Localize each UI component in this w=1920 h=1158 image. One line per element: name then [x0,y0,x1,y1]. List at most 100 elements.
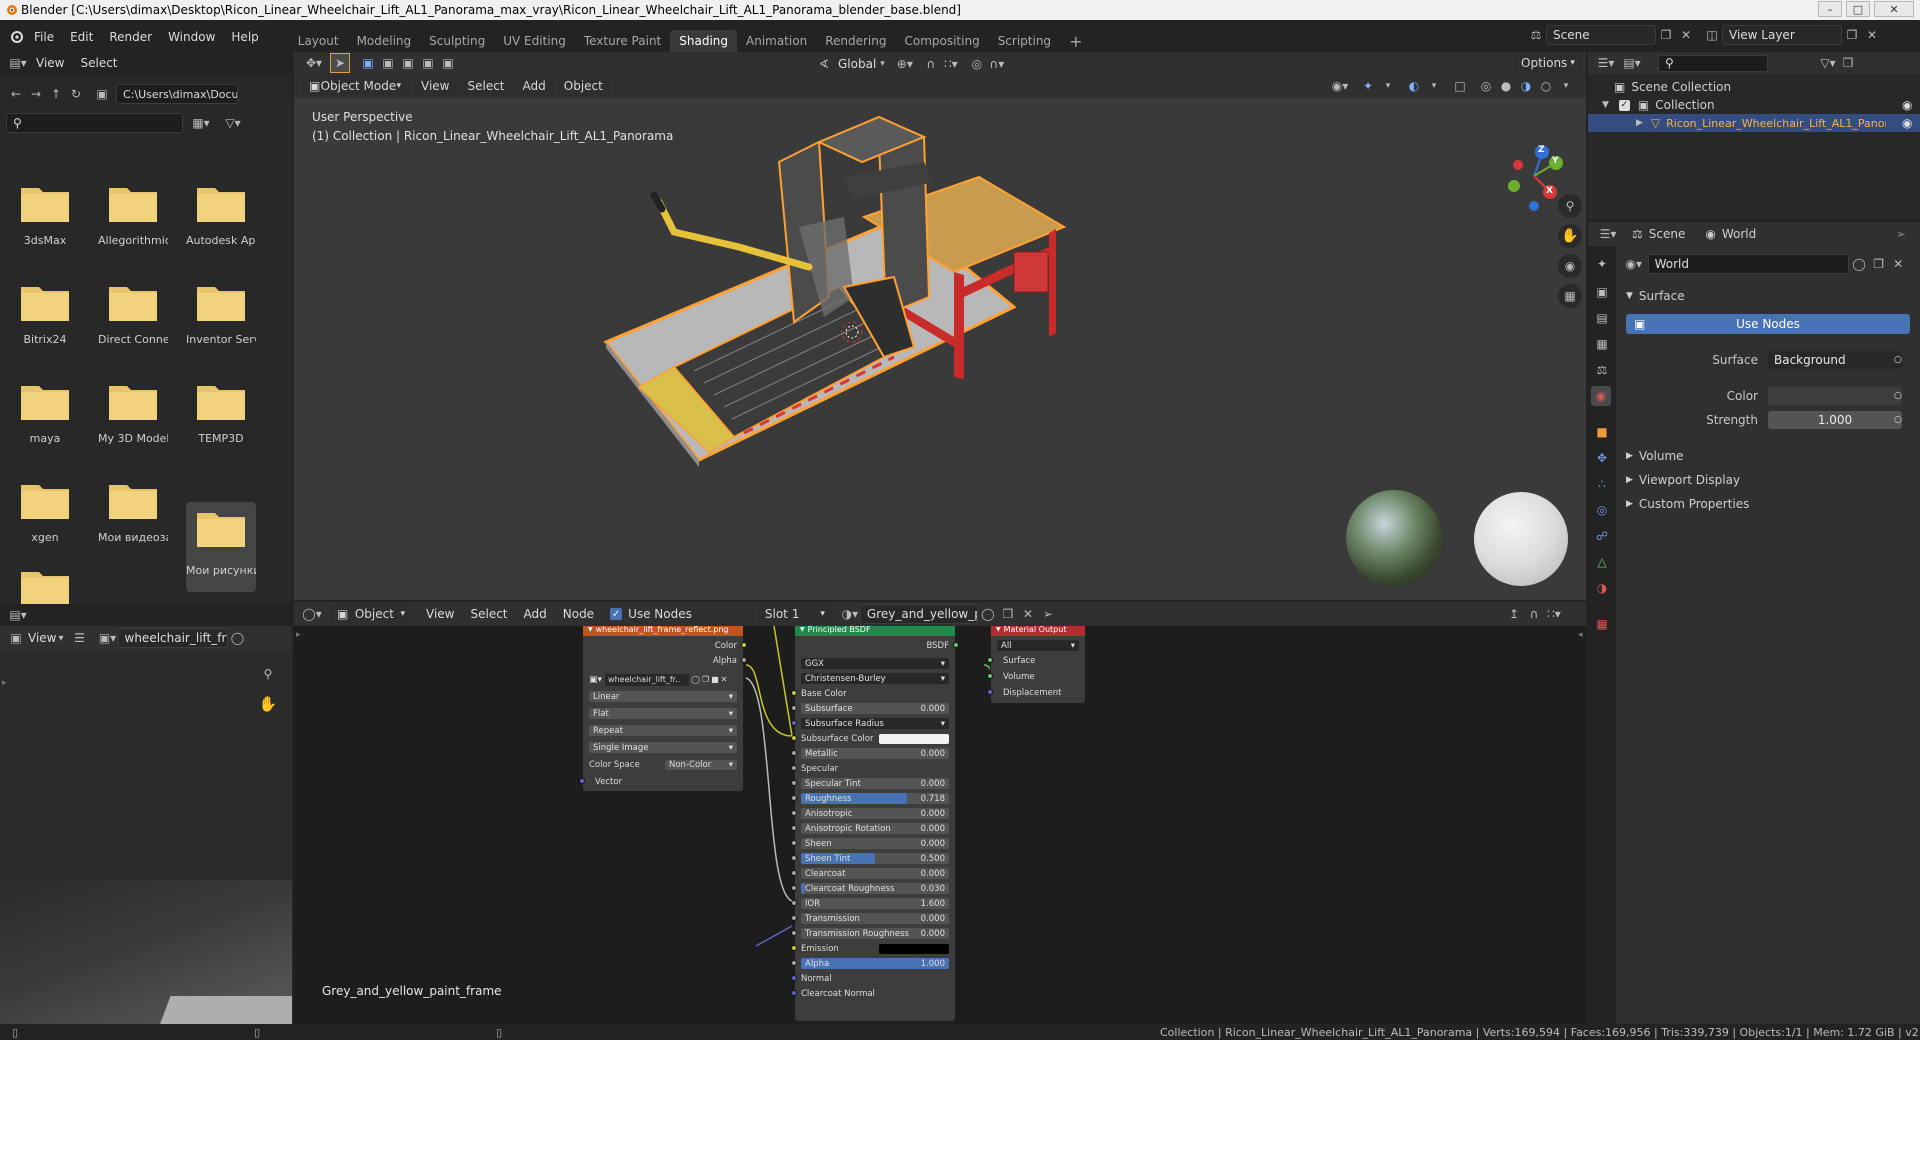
tab-data-icon[interactable]: △ [1592,552,1612,572]
socket-sheen-in[interactable] [791,840,797,846]
shading-wireframe-icon[interactable]: ◎ [1476,76,1496,96]
editor-type-icon[interactable]: ✥▾ [304,53,324,73]
node-view-menu[interactable]: View [418,603,462,625]
shield-icon[interactable]: ◯ [691,675,700,684]
duplicate-icon[interactable]: ❐ [702,675,709,684]
socket-specular-in[interactable] [791,765,797,771]
unlink-icon[interactable]: ✕ [721,675,728,684]
socket-anisotropic-in[interactable] [791,810,797,816]
tab-view-layer-icon[interactable]: ▦ [1592,334,1612,354]
select-extend-icon[interactable]: ▣ [378,53,398,73]
outliner-collection[interactable]: ▼ ✓ ▣ Collection ◉ [1594,96,1920,114]
custom-properties-section-header[interactable]: ▶ Custom Properties [1626,494,1749,514]
image-view-menu[interactable]: View [26,627,58,649]
chevron-down-icon[interactable]: ▾ [1424,76,1444,96]
socket-roughness-in[interactable] [791,795,797,801]
snap-magnet-icon[interactable]: ∩ [921,54,941,74]
select-subtract-icon[interactable]: ▣ [398,53,418,73]
node-canvas[interactable]: ▸ ◂ ▼ wheelchair_lift_frame_reflect.png C… [294,626,1586,1024]
image-canvas[interactable]: ⚲ ✋ ▸ [0,650,292,1024]
pan-hand-icon[interactable]: ✋ [1558,224,1582,248]
delete-view-layer-icon[interactable]: ✕ [1862,25,1882,45]
back-icon[interactable]: ← [6,84,26,104]
socket-vector-in[interactable] [579,778,585,784]
ior-field[interactable]: IOR 1.600 [801,898,949,909]
folder-item[interactable]: Autodesk App.. [186,172,256,247]
folder-item[interactable]: My 3D Models [98,370,168,445]
xray-icon[interactable]: □ [1450,76,1470,96]
maximize-button[interactable]: □ [1846,1,1870,17]
socket-subsurface-in[interactable] [791,705,797,711]
socket-clearcoat-in[interactable] [791,870,797,876]
folder-item[interactable]: maya [10,370,80,445]
filter-icon[interactable]: ▽▾ [1818,53,1838,73]
tab-scripting[interactable]: Scripting [989,30,1060,52]
shading-solid-icon[interactable]: ● [1496,76,1516,96]
sheen-field[interactable]: Sheen 0.000 [801,838,949,849]
tab-texture-icon[interactable]: ▦ [1592,614,1612,634]
tab-layout[interactable]: Layout [289,30,348,52]
breadcrumb-world[interactable]: World [1722,227,1756,241]
roughness-field[interactable]: Roughness 0.718 [801,793,949,804]
editor-type-icon[interactable]: ☰▾ [1598,224,1618,244]
use-nodes-button[interactable]: ▣ Use Nodes [1626,314,1910,334]
folder-item[interactable]: Мои видеоза.. [98,469,168,544]
orientation-dropdown[interactable]: Global [834,53,880,75]
viewport-object-menu[interactable]: Object [556,76,610,96]
shading-rendered-icon[interactable]: ○ [1536,76,1556,96]
scene-icon[interactable]: ⚖ [1526,25,1546,45]
folder-item[interactable]: xgen [10,469,80,544]
socket-transmission-in[interactable] [791,915,797,921]
new-view-layer-icon[interactable]: ❐ [1842,25,1862,45]
editor-type-icon[interactable]: ☰▾ [1596,53,1616,73]
material-browse-icon[interactable]: ◑▾ [840,604,860,624]
folder-item[interactable]: Bitrix24 [10,271,80,346]
transmission-field[interactable]: Transmission 0.000 [801,913,949,924]
forward-icon[interactable]: → [26,84,46,104]
slot-dropdown[interactable]: Slot 1 ▾ [757,604,832,624]
hamburger-menu-icon[interactable]: ☰ [70,628,90,648]
editor-type-icon[interactable]: ▤▾ [8,605,28,625]
folder-item[interactable]: Direct Connect [98,271,168,346]
overlay-toggle-icon[interactable]: ◐ [1404,76,1424,96]
minimize-button[interactable]: – [1818,1,1842,17]
material-output-node[interactable]: ▼ Material Output All ▾ Surface Volume Dis… [987,626,1086,704]
clearcoat-roughness-field[interactable]: Clearcoat Roughness 0.030 [801,883,949,894]
file-search-input[interactable]: ⚲ [6,113,183,133]
filter-icon[interactable]: ▽▾ [223,113,243,133]
surface-section-header[interactable]: ▼ Surface [1626,286,1685,306]
socket-displacement-in[interactable] [987,689,993,695]
anisotropic-rotation-field[interactable]: Anisotropic Rotation 0.000 [801,823,949,834]
image-texture-node[interactable]: ▼ wheelchair_lift_frame_reflect.png Color… [579,626,747,792]
subsurface-radius-dropdown[interactable]: Subsurface Radius ▾ [801,718,949,729]
viewport-select-menu[interactable]: Select [460,76,512,96]
tab-material-icon[interactable]: ◑ [1592,578,1612,598]
chevron-down-icon[interactable]: ▾ [1378,76,1398,96]
socket-subsurface-color-in[interactable] [791,735,797,741]
duplicate-world-icon[interactable]: ❐ [1869,254,1889,274]
scene-name-field[interactable]: Scene [1546,25,1656,45]
chevron-down-icon[interactable]: ▾ [1556,76,1576,96]
world-browse-icon[interactable]: ◉▾ [1624,254,1644,274]
anisotropic-field[interactable]: Anisotropic 0.000 [801,808,949,819]
options-dropdown[interactable]: Options ▾ [1514,53,1582,73]
image-icon[interactable]: ▣ [6,628,26,648]
specular-tint-field[interactable]: Specular Tint 0.000 [801,778,949,789]
select-box-icon[interactable]: ▣ [358,53,378,73]
transmission-roughness-field[interactable]: Transmission Roughness 0.000 [801,928,949,939]
world-name-field[interactable]: World [1647,254,1850,274]
shader-type-dropdown[interactable]: ▣ Object ▾ [330,604,412,624]
projection-dropdown[interactable]: Flat ▾ [589,708,737,719]
sheen-tint-field[interactable]: Sheen Tint 0.500 [801,853,949,864]
socket-emission-in[interactable] [791,945,797,951]
tab-scene-icon[interactable]: ⚖ [1592,360,1612,380]
zoom-icon[interactable]: ⚲ [1558,194,1582,218]
sidebar-toggle-icon[interactable]: ▸ [2,678,7,688]
unlink-material-icon[interactable]: ✕ [1018,604,1038,624]
tab-render-icon[interactable]: ▣ [1592,282,1612,302]
object-mode-dropdown[interactable]: ▣ Object Mode ▾ [302,76,408,96]
socket-color-out[interactable] [741,642,747,648]
select-invert-icon[interactable]: ▣ [418,53,438,73]
socket-anisotropic-rotation-in[interactable] [791,825,797,831]
pan-hand-icon[interactable]: ✋ [258,694,278,714]
